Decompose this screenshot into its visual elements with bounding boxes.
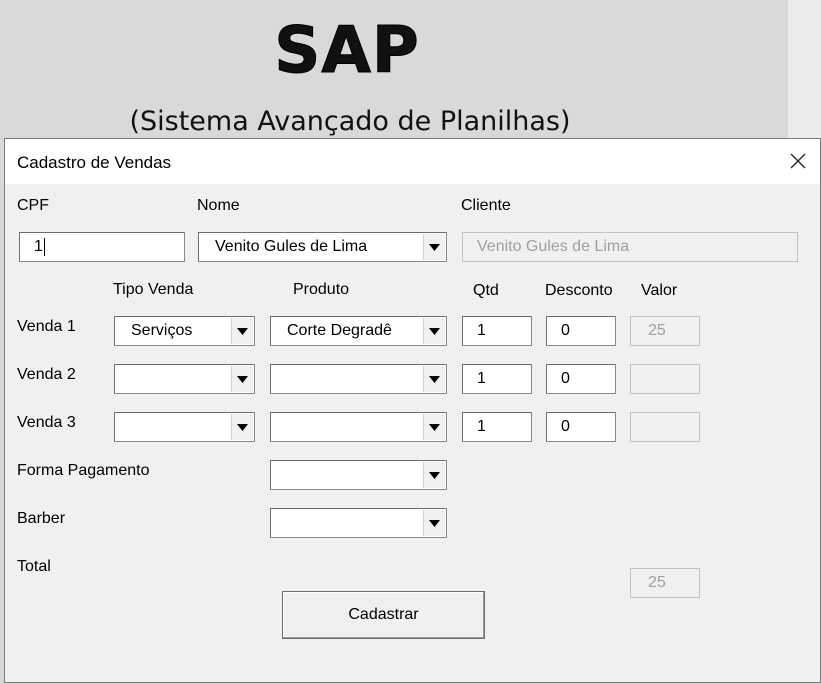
- desconto-label: Desconto: [545, 282, 613, 299]
- cliente-field-value: Venito Gules de Lima: [477, 238, 630, 255]
- chevron-down-icon: [429, 423, 440, 431]
- logo-title: SAP: [274, 14, 420, 89]
- venda3-qtd-input[interactable]: 1: [462, 412, 532, 442]
- venda1-valor-field: 25: [630, 316, 700, 346]
- venda1-produto-value: Corte Degradê: [287, 322, 392, 339]
- cliente-field: Venito Gules de Lima: [462, 232, 798, 262]
- dialog-title: Cadastro de Vendas: [17, 153, 172, 172]
- venda1-qtd-input[interactable]: 1: [462, 316, 532, 346]
- dropdown-button[interactable]: [423, 366, 445, 392]
- chevron-down-icon: [237, 327, 248, 335]
- venda2-tipo-combobox[interactable]: [114, 364, 255, 394]
- venda3-desconto-input[interactable]: 0: [546, 412, 616, 442]
- forma-pagamento-label: Forma Pagamento: [17, 462, 150, 479]
- venda3-qtd-value: 1: [477, 418, 486, 435]
- nome-combobox[interactable]: Venito Gules de Lima: [198, 232, 447, 262]
- venda1-label: Venda 1: [17, 318, 76, 335]
- total-value: 25: [648, 574, 666, 591]
- dropdown-button[interactable]: [231, 414, 253, 440]
- forma-pagamento-combobox[interactable]: [270, 460, 447, 490]
- venda3-label: Venda 3: [17, 414, 76, 431]
- tipo-venda-label: Tipo Venda: [113, 281, 194, 298]
- chevron-down-icon: [237, 423, 248, 431]
- venda1-valor-value: 25: [648, 322, 666, 339]
- venda1-qtd-value: 1: [477, 322, 486, 339]
- venda3-tipo-combobox[interactable]: [114, 412, 255, 442]
- venda2-label: Venda 2: [17, 366, 76, 383]
- dropdown-button[interactable]: [423, 414, 445, 440]
- close-icon: [790, 153, 806, 169]
- chevron-down-icon: [429, 519, 440, 527]
- dropdown-button[interactable]: [423, 234, 445, 260]
- produto-label: Produto: [293, 281, 350, 298]
- chevron-down-icon: [237, 375, 248, 383]
- dropdown-button[interactable]: [231, 318, 253, 344]
- venda3-desconto-value: 0: [561, 418, 570, 435]
- cadastro-vendas-dialog: Cadastro de Vendas CPF Nome Cliente 1 Ve…: [4, 138, 821, 683]
- chevron-down-icon: [429, 243, 440, 251]
- total-field: 25: [630, 568, 700, 598]
- qtd-label: Qtd: [473, 282, 499, 299]
- venda2-desconto-value: 0: [561, 370, 570, 387]
- text-cursor: [43, 238, 45, 256]
- cadastrar-button[interactable]: Cadastrar: [282, 591, 485, 639]
- total-label: Total: [17, 558, 51, 575]
- venda2-qtd-input[interactable]: 1: [462, 364, 532, 394]
- venda1-desconto-input[interactable]: 0: [546, 316, 616, 346]
- chevron-down-icon: [429, 327, 440, 335]
- nome-label: Nome: [197, 197, 240, 214]
- dropdown-button[interactable]: [423, 462, 445, 488]
- cpf-label: CPF: [17, 197, 49, 214]
- venda2-desconto-input[interactable]: 0: [546, 364, 616, 394]
- cpf-input-value: 1: [34, 238, 43, 255]
- venda1-desconto-value: 0: [561, 322, 570, 339]
- venda3-produto-combobox[interactable]: [270, 412, 447, 442]
- dropdown-button[interactable]: [423, 510, 445, 536]
- chevron-down-icon: [429, 375, 440, 383]
- barber-label: Barber: [17, 510, 66, 527]
- venda2-produto-combobox[interactable]: [270, 364, 447, 394]
- chevron-down-icon: [429, 471, 440, 479]
- cpf-input[interactable]: 1: [19, 232, 185, 262]
- valor-label: Valor: [641, 282, 678, 299]
- venda2-qtd-value: 1: [477, 370, 486, 387]
- venda1-tipo-value: Serviços: [131, 322, 193, 339]
- close-button[interactable]: [776, 139, 820, 183]
- venda3-valor-field: [630, 412, 700, 442]
- venda2-valor-field: [630, 364, 700, 394]
- dialog-titlebar: Cadastro de Vendas: [5, 139, 820, 184]
- dropdown-button[interactable]: [423, 318, 445, 344]
- logo-subtitle: (Sistema Avançado de Planilhas): [129, 106, 571, 137]
- nome-combobox-value: Venito Gules de Lima: [215, 238, 368, 255]
- dropdown-button[interactable]: [231, 366, 253, 392]
- venda1-produto-combobox[interactable]: Corte Degradê: [270, 316, 447, 346]
- cliente-label: Cliente: [461, 197, 511, 214]
- barber-combobox[interactable]: [270, 508, 447, 538]
- venda1-tipo-combobox[interactable]: Serviços: [114, 316, 255, 346]
